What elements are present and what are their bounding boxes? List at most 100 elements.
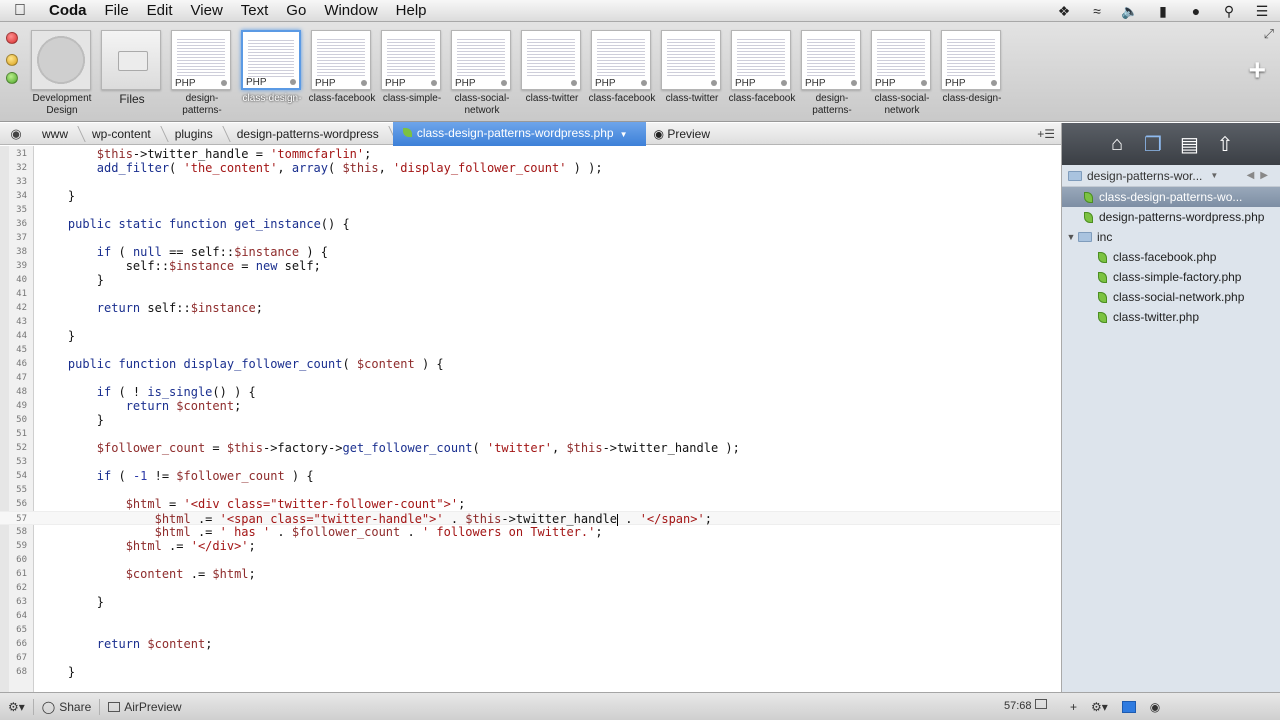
panel-toggle-icon[interactable] — [1034, 699, 1047, 709]
code-line[interactable]: 44 } — [0, 329, 1060, 343]
sidebar-toggle-icon[interactable] — [1121, 701, 1136, 713]
wifi-icon[interactable]: ≈ — [1087, 3, 1107, 19]
code-line[interactable]: 37 — [0, 231, 1060, 245]
sidebar-path[interactable]: design-patterns-wor... ▼ ◀▶ — [1062, 165, 1280, 187]
open-file-thumbnail[interactable]: PHP class-social-network — [871, 30, 933, 117]
notification-center-icon[interactable]: ☰ — [1252, 3, 1272, 20]
code-line[interactable]: 39 self::$instance = new self; — [0, 259, 1060, 273]
open-file-thumbnail[interactable]: Files — [101, 30, 163, 105]
code-line[interactable]: 68 } — [0, 665, 1060, 679]
code-line[interactable]: 38 if ( null == self::$instance ) { — [0, 245, 1060, 259]
code-line[interactable]: 46 public function display_follower_coun… — [0, 357, 1060, 371]
code-line[interactable]: 65 — [0, 623, 1060, 637]
code-line[interactable]: 55 — [0, 483, 1060, 497]
tree-folder[interactable]: ▼ inc — [1062, 227, 1280, 247]
fullscreen-icon[interactable]: ⤢ — [1264, 26, 1274, 42]
open-file-thumbnail[interactable]: class-twitter — [521, 30, 583, 105]
code-line[interactable]: 33 — [0, 175, 1060, 189]
code-line[interactable]: 45 — [0, 343, 1060, 357]
code-line[interactable]: 53 — [0, 455, 1060, 469]
gear-icon[interactable]: ⚙▾ — [1091, 700, 1108, 714]
code-editor[interactable]: 31 $this->twitter_handle = 'tommcfarlin'… — [0, 146, 1060, 692]
open-file-thumbnail[interactable]: PHP class-social-network — [451, 30, 513, 117]
code-line[interactable]: 59 $html .= '</div>'; — [0, 539, 1060, 553]
code-line[interactable]: 47 — [0, 371, 1060, 385]
airpreview-button[interactable]: AirPreview — [100, 700, 189, 714]
code-line[interactable]: 43 — [0, 315, 1060, 329]
eye-icon[interactable]: ◉ — [0, 126, 32, 142]
split-editor-button[interactable]: +☰ — [1037, 123, 1055, 145]
battery-icon[interactable]: ▮ — [1153, 3, 1173, 20]
code-line[interactable]: 52 $follower_count = $this->factory->get… — [0, 441, 1060, 455]
code-line[interactable]: 32 add_filter( 'the_content', array( $th… — [0, 161, 1060, 175]
menu-go[interactable]: Go — [277, 0, 315, 22]
code-line[interactable]: 67 — [0, 651, 1060, 665]
zoom-window-button[interactable] — [6, 72, 18, 84]
menu-edit[interactable]: Edit — [138, 0, 182, 22]
apple-icon[interactable]:  — [0, 2, 40, 20]
share-button[interactable]: ◯ Share — [34, 700, 99, 714]
add-site-button[interactable]: + — [1248, 54, 1266, 88]
code-line[interactable]: 48 if ( ! is_single() ) { — [0, 385, 1060, 399]
code-line[interactable]: 58 $html .= ' has ' . $follower_count . … — [0, 525, 1060, 539]
user-icon[interactable]: ● — [1186, 3, 1206, 19]
open-file-thumbnail[interactable]: PHP class-facebook — [589, 30, 655, 105]
breadcrumb-item[interactable]: design-patterns-wordpress — [227, 123, 393, 145]
code-line[interactable]: 35 — [0, 203, 1060, 217]
code-line[interactable]: 41 — [0, 287, 1060, 301]
code-line[interactable]: 51 — [0, 427, 1060, 441]
menu-app-name[interactable]: Coda — [40, 0, 96, 22]
open-file-thumbnail[interactable]: PHP class-design- — [241, 30, 303, 105]
code-line[interactable]: 31 $this->twitter_handle = 'tommcfarlin'… — [0, 147, 1060, 161]
code-line[interactable]: 40 } — [0, 273, 1060, 287]
dropbox-icon[interactable]: ❖ — [1054, 3, 1074, 20]
open-file-thumbnail[interactable]: PHP class-facebook — [729, 30, 795, 105]
disclosure-triangle-icon[interactable]: ▼ — [1064, 232, 1078, 242]
menu-help[interactable]: Help — [387, 0, 436, 22]
code-line[interactable]: 66 return $content; — [0, 637, 1060, 651]
open-file-thumbnail[interactable]: class-twitter — [661, 30, 723, 105]
code-line[interactable]: 57 $html .= '<span class="twitter-handle… — [0, 511, 1060, 526]
code-line[interactable]: 36 public static function get_instance()… — [0, 217, 1060, 231]
menu-file[interactable]: File — [96, 0, 138, 22]
open-file-thumbnail[interactable]: PHP design-patterns- — [171, 30, 233, 117]
volume-icon[interactable]: 🔈 — [1120, 3, 1140, 20]
menu-view[interactable]: View — [182, 0, 232, 22]
gear-menu-button[interactable]: ⚙▾ — [0, 700, 33, 714]
menu-text[interactable]: Text — [232, 0, 278, 22]
code-line[interactable]: 64 — [0, 609, 1060, 623]
code-line[interactable]: 34 } — [0, 189, 1060, 203]
code-line[interactable]: 61 $content .= $html; — [0, 567, 1060, 581]
files-icon[interactable]: ❐ — [1144, 132, 1162, 157]
tree-file[interactable]: class-simple-factory.php — [1062, 267, 1280, 287]
breadcrumb-current-file[interactable]: class-design-patterns-wordpress.php ▼ — [392, 121, 646, 146]
breadcrumb-item[interactable]: www — [32, 123, 82, 145]
publish-icon[interactable]: ⇧ — [1216, 132, 1234, 157]
code-line[interactable]: 49 return $content; — [0, 399, 1060, 413]
open-file-thumbnail[interactable]: PHP design-patterns- — [801, 30, 863, 117]
code-line[interactable]: 60 — [0, 553, 1060, 567]
open-file-thumbnail[interactable]: PHP class-design- — [941, 30, 1003, 105]
preview-button[interactable]: ◉ Preview — [646, 127, 711, 141]
code-line[interactable]: 62 — [0, 581, 1060, 595]
tree-file[interactable]: class-twitter.php — [1062, 307, 1280, 327]
tree-file[interactable]: class-social-network.php — [1062, 287, 1280, 307]
spotlight-icon[interactable]: ⚲ — [1219, 3, 1239, 20]
breadcrumb-item[interactable]: wp-content — [82, 123, 165, 145]
tree-file[interactable]: design-patterns-wordpress.php — [1062, 207, 1280, 227]
add-icon[interactable]: + — [1070, 700, 1077, 714]
tree-file[interactable]: class-facebook.php — [1062, 247, 1280, 267]
back-forward-arrows[interactable]: ◀▶ — [1247, 170, 1274, 181]
open-file-thumbnail[interactable]: PHP class-facebook — [309, 30, 375, 105]
minimize-window-button[interactable] — [6, 54, 18, 66]
code-line[interactable]: 42 return self::$instance; — [0, 301, 1060, 315]
open-file-thumbnail[interactable]: PHP class-simple- — [381, 30, 443, 105]
breadcrumb-item[interactable]: plugins — [165, 123, 227, 145]
code-line[interactable]: 63 } — [0, 595, 1060, 609]
home-icon[interactable]: ⌂ — [1108, 133, 1126, 156]
code-line[interactable]: 54 if ( -1 != $follower_count ) { — [0, 469, 1060, 483]
code-line[interactable]: 56 $html = '<div class="twitter-follower… — [0, 497, 1060, 511]
clips-icon[interactable]: ▤ — [1180, 132, 1199, 157]
menu-window[interactable]: Window — [315, 0, 386, 22]
close-window-button[interactable] — [6, 32, 18, 44]
